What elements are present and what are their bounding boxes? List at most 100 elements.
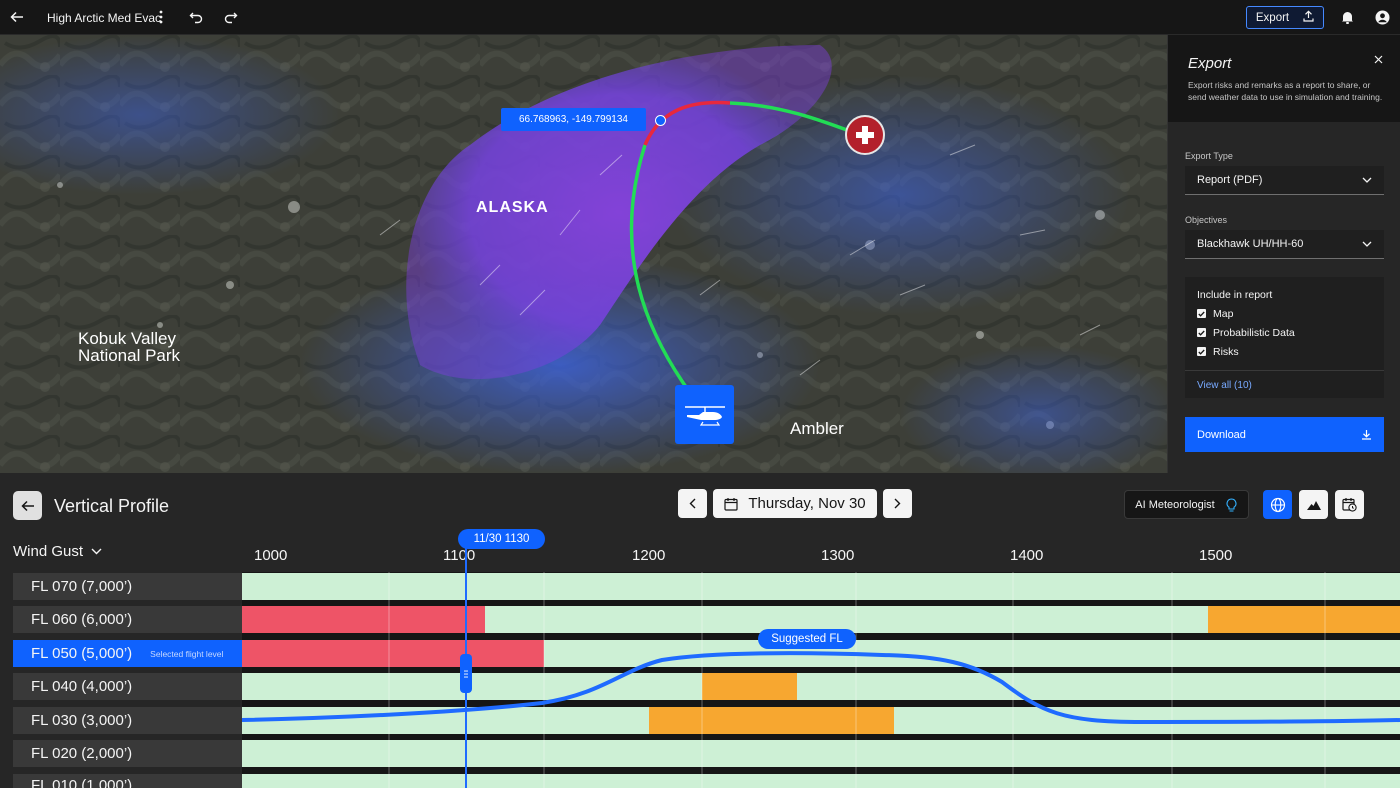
- route-waypoint-marker[interactable]: [655, 115, 666, 126]
- include-checkbox-label: Probabilistic Data: [1213, 326, 1295, 339]
- more-options-icon[interactable]: [149, 5, 173, 29]
- medium-risk-block: [702, 673, 797, 700]
- map-view[interactable]: ALASKA Kobuk Valley National Park Ambler…: [0, 35, 1167, 473]
- high-risk-block: [242, 606, 485, 633]
- export-type-value: Report (PDF): [1197, 174, 1263, 186]
- time-tick: 1400: [1010, 547, 1044, 564]
- globe-view-button[interactable]: [1263, 490, 1292, 519]
- flight-level-row[interactable]: FL 030 (3,000’): [13, 707, 242, 734]
- flight-level-label: FL 050 (5,000’): [31, 645, 133, 662]
- chevron-down-icon: [1362, 177, 1372, 183]
- view-all-link[interactable]: View all (10): [1197, 380, 1252, 391]
- metric-value: Wind Gust: [13, 543, 84, 560]
- drag-handle-icon: [464, 669, 468, 678]
- chevron-right-icon: [894, 498, 901, 509]
- schedule-button[interactable]: [1335, 490, 1364, 519]
- notification-bell-icon[interactable]: [1335, 5, 1359, 29]
- vertical-profile-panel: Vertical Profile Wind Gust FL 070 (7,000…: [0, 473, 1400, 788]
- time-tick: 1100: [443, 547, 476, 564]
- coordinate-readout: 66.768963, -149.799134: [519, 114, 628, 125]
- export-type-label: Export Type: [1185, 151, 1233, 161]
- flight-level-label: FL 060 (6,000’): [31, 611, 133, 628]
- time-cursor-label: 11/30 1130: [473, 533, 530, 545]
- calendar-icon: [724, 497, 738, 511]
- back-arrow-icon[interactable]: [5, 5, 29, 29]
- app-title: High Arctic Med Evac: [47, 11, 162, 25]
- export-type-dropdown[interactable]: Report (PDF): [1185, 166, 1384, 195]
- export-panel-title: Export: [1188, 55, 1232, 72]
- town-label: Ambler: [790, 419, 844, 438]
- flight-level-row[interactable]: FL 070 (7,000’): [13, 573, 242, 600]
- objectives-label: Objectives: [1185, 215, 1228, 225]
- objectives-value: Blackhawk UH/HH-60: [1197, 238, 1304, 250]
- metric-dropdown[interactable]: Wind Gust: [13, 543, 102, 560]
- include-checkbox-probabilistic-data[interactable]: Probabilistic Data: [1197, 323, 1295, 342]
- time-tick: 1300: [821, 547, 855, 564]
- flight-level-label: FL 070 (7,000’): [31, 578, 133, 595]
- profile-back-button[interactable]: [13, 491, 42, 520]
- checkbox-checked-icon: [1197, 309, 1206, 318]
- medical-destination-marker[interactable]: [845, 115, 885, 155]
- undo-icon[interactable]: [184, 5, 208, 29]
- ai-meteorologist-label: AI Meteorologist: [1135, 498, 1215, 511]
- helicopter-icon: [684, 405, 725, 426]
- ai-sparkle-icon: [1226, 497, 1237, 512]
- helicopter-origin-marker[interactable]: [675, 385, 734, 444]
- time-tick: 1000: [254, 547, 288, 564]
- redo-icon[interactable]: [219, 5, 243, 29]
- profile-title: Vertical Profile: [54, 496, 170, 516]
- export-button[interactable]: Export: [1246, 6, 1324, 29]
- suggested-fl-label: Suggested FL: [771, 633, 843, 645]
- next-day-button[interactable]: [883, 489, 912, 518]
- terrain-profile-button[interactable]: [1299, 490, 1328, 519]
- risk-band: [242, 673, 1400, 700]
- time-cursor-drag-handle[interactable]: [460, 654, 472, 693]
- flight-level-label: FL 020 (2,000’): [31, 745, 133, 762]
- user-avatar-icon[interactable]: [1370, 5, 1394, 29]
- chevron-down-icon: [1362, 241, 1372, 247]
- suggested-fl-badge: Suggested FL: [758, 629, 856, 649]
- profile-timeline[interactable]: Thursday, Nov 30 AI Meteorologist 1000 1…: [242, 473, 1400, 788]
- park-label-line2: National Park: [78, 346, 181, 365]
- previous-day-button[interactable]: [678, 489, 707, 518]
- globe-icon: [1270, 497, 1285, 512]
- medium-risk-block: [649, 707, 894, 734]
- medium-risk-block: [1208, 606, 1400, 633]
- selected-flight-level-hint: Selected flight level: [150, 648, 224, 659]
- flight-level-label: FL 010 (1,000’): [31, 777, 133, 788]
- flight-level-row[interactable]: FL 020 (2,000’): [13, 740, 242, 767]
- medical-cross-icon: [856, 126, 874, 144]
- time-cursor-badge[interactable]: 11/30 1130: [458, 529, 545, 549]
- objectives-dropdown[interactable]: Blackhawk UH/HH-60: [1185, 230, 1384, 259]
- flight-level-label: FL 040 (4,000’): [31, 678, 133, 695]
- flight-level-row[interactable]: FL 060 (6,000’): [13, 606, 242, 633]
- include-checkbox-risks[interactable]: Risks: [1197, 342, 1295, 361]
- flight-level-row-selected[interactable]: FL 050 (5,000’) Selected flight level: [13, 640, 242, 667]
- export-panel-header: Export Export risks and remarks as a rep…: [1168, 35, 1400, 122]
- close-icon[interactable]: [1371, 52, 1385, 66]
- chevron-left-icon: [689, 498, 696, 509]
- export-panel: Export Export risks and remarks as a rep…: [1167, 35, 1400, 473]
- risk-band: [242, 573, 1400, 600]
- top-bar: High Arctic Med Evac Export: [0, 0, 1400, 35]
- export-button-label: Export: [1255, 11, 1290, 24]
- time-tick: 1500: [1199, 547, 1233, 564]
- coordinate-tooltip: 66.768963, -149.799134: [501, 108, 646, 131]
- park-label-line1: Kobuk Valley: [78, 329, 176, 348]
- ai-meteorologist-button[interactable]: AI Meteorologist: [1124, 490, 1249, 519]
- back-arrow-icon: [20, 500, 34, 511]
- flight-level-row[interactable]: FL 010 (1,000’): [13, 774, 242, 788]
- include-divider: [1185, 370, 1384, 371]
- include-in-report-label: Include in report: [1197, 289, 1273, 301]
- flight-level-column: Vertical Profile Wind Gust FL 070 (7,000…: [0, 473, 242, 788]
- download-button[interactable]: Download: [1185, 417, 1384, 452]
- checkbox-checked-icon: [1197, 328, 1206, 337]
- flight-level-row[interactable]: FL 040 (4,000’): [13, 673, 242, 700]
- download-button-label: Download: [1197, 428, 1246, 441]
- date-picker[interactable]: Thursday, Nov 30: [713, 489, 877, 518]
- include-checkbox-label: Risks: [1213, 345, 1239, 358]
- risk-band: [242, 774, 1400, 788]
- date-value: Thursday, Nov 30: [748, 495, 866, 512]
- include-checkbox-map[interactable]: Map: [1197, 304, 1295, 323]
- include-checkbox-list: Map Probabilistic Data Risks: [1197, 304, 1295, 361]
